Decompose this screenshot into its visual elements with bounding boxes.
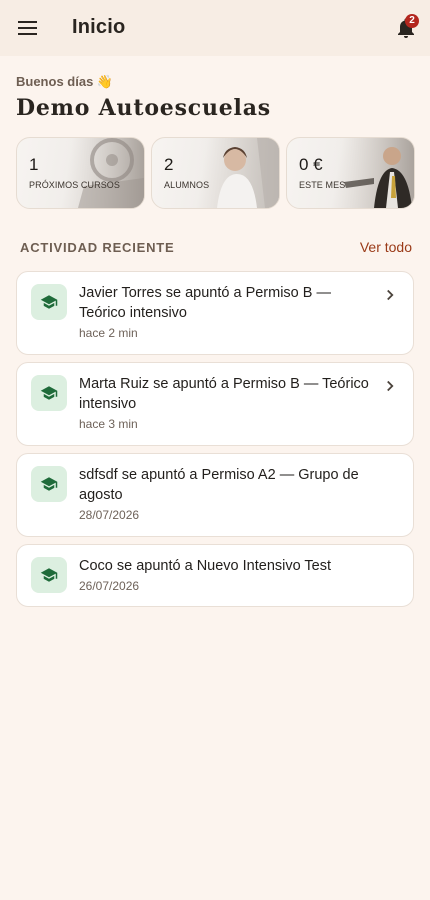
stat-value: 0 € bbox=[299, 155, 323, 174]
activity-time: 28/07/2026 bbox=[79, 508, 140, 522]
instructor-photo bbox=[334, 138, 414, 208]
stat-value: 2 bbox=[164, 155, 174, 174]
notification-badge: 2 bbox=[405, 14, 419, 28]
activity-text: Coco se apuntó a Nuevo Intensivo Test bbox=[79, 558, 332, 574]
stat-card-this-month[interactable]: 0 € ESTE MES bbox=[286, 137, 415, 209]
graduation-cap-icon bbox=[31, 466, 67, 502]
activity-text: sdfsdf se apuntó a Permiso A2 — Grupo de… bbox=[79, 467, 359, 503]
section-title: ACTIVIDAD RECIENTE bbox=[20, 240, 175, 255]
graduation-cap-icon bbox=[31, 375, 67, 411]
stat-card-upcoming-courses[interactable]: 1 PRÓXIMOS CURSOS bbox=[16, 137, 145, 209]
chevron-right-icon[interactable] bbox=[381, 377, 399, 395]
stat-label: ALUMNOS bbox=[164, 180, 210, 190]
greeting-text: Buenos días 👋 bbox=[16, 74, 114, 89]
stat-card-students[interactable]: 2 ALUMNOS bbox=[151, 137, 280, 209]
stat-label: PRÓXIMOS CURSOS bbox=[29, 180, 121, 190]
org-name: Demo Autoescuelas bbox=[16, 95, 271, 121]
graduation-cap-icon bbox=[31, 557, 67, 593]
menu-icon[interactable] bbox=[14, 14, 42, 42]
steering-wheel-photo bbox=[64, 138, 144, 208]
activity-time: hace 3 min bbox=[79, 417, 138, 431]
activity-text: Javier Torres se apuntó a Permiso B — Te… bbox=[79, 285, 331, 321]
chevron-right-icon[interactable] bbox=[381, 286, 399, 304]
stat-value: 1 bbox=[29, 155, 39, 174]
activity-item[interactable]: Coco se apuntó a Nuevo Intensivo Test 26… bbox=[16, 544, 414, 607]
app-bar: Inicio 2 bbox=[0, 0, 430, 56]
page-title: Inicio bbox=[72, 16, 126, 38]
activity-item[interactable]: sdfsdf se apuntó a Permiso A2 — Grupo de… bbox=[16, 453, 414, 537]
activity-item[interactable]: Marta Ruiz se apuntó a Permiso B — Teóri… bbox=[16, 362, 414, 446]
activity-time: hace 2 min bbox=[79, 326, 138, 340]
graduation-cap-icon bbox=[31, 284, 67, 320]
stat-label: ESTE MES bbox=[299, 180, 346, 190]
student-photo bbox=[199, 138, 279, 208]
see-all-link[interactable]: Ver todo bbox=[360, 239, 412, 255]
activity-item[interactable]: Javier Torres se apuntó a Permiso B — Te… bbox=[16, 271, 414, 355]
activity-text: Marta Ruiz se apuntó a Permiso B — Teóri… bbox=[79, 376, 369, 412]
activity-time: 26/07/2026 bbox=[79, 579, 140, 593]
